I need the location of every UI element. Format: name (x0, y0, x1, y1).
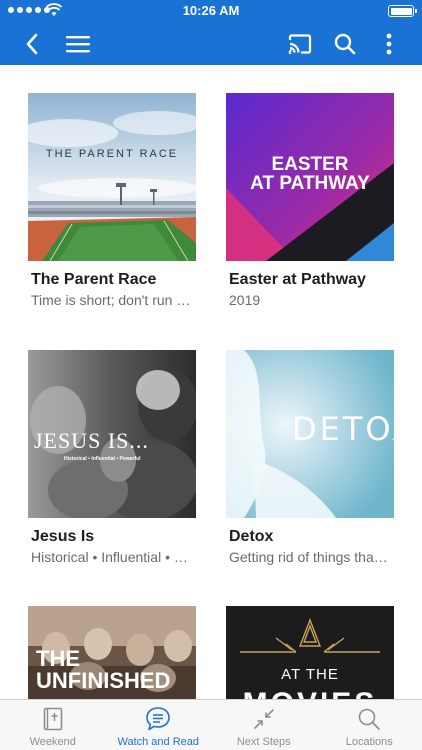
tab-weekend[interactable]: Weekend (0, 700, 106, 750)
series-thumbnail: AT THE MOVIES (226, 606, 394, 699)
cast-button[interactable] (282, 22, 318, 65)
thumbnail-caption-line2: AT PATHWAY (250, 173, 370, 194)
bible-icon (43, 707, 63, 731)
series-title: Detox (229, 528, 274, 545)
series-thumbnail: DETOX (226, 350, 394, 518)
thumbnail-caption: THE PARENT RACE (45, 148, 179, 160)
hamburger-menu-icon (66, 35, 90, 52)
tab-locations[interactable]: Locations (317, 700, 422, 750)
tab-label: Next Steps (236, 736, 291, 748)
series-grid: THE PARENT RACE The Parent Race Time is … (0, 65, 422, 699)
tab-label: Watch and Read (117, 736, 200, 748)
menu-button[interactable] (60, 22, 96, 65)
tab-watch-and-read[interactable]: Watch and Read (106, 700, 212, 750)
more-options-button[interactable] (371, 22, 407, 65)
search-icon (334, 33, 356, 54)
thumbnail-caption: JESUS IS... (34, 428, 149, 453)
series-title: Easter at Pathway (229, 271, 366, 288)
top-app-bar (0, 22, 422, 65)
series-card-jesus-is[interactable]: JESUS IS... Historical • Influential • P… (28, 350, 196, 565)
cast-icon (288, 33, 312, 54)
tab-label: Locations (345, 736, 393, 748)
series-thumbnail: EASTER AT PATHWAY (226, 93, 394, 261)
series-card-easter-at-pathway[interactable]: EASTER AT PATHWAY Easter at Pathway 2019 (226, 93, 394, 308)
status-bar: 10:26 AM (0, 0, 422, 22)
tab-next-steps[interactable]: Next Steps (211, 700, 317, 750)
tab-label: Weekend (29, 736, 76, 748)
more-vertical-icon (386, 33, 392, 54)
series-card-the-unfinished[interactable]: THE UNFINISHED (28, 606, 196, 699)
series-subtitle: Getting rid of things that hold you back (229, 549, 391, 565)
series-thumbnail: THE PARENT RACE (28, 93, 196, 261)
status-time: 10:26 AM (182, 3, 240, 18)
series-subtitle: Time is short; don't run out of time (31, 292, 193, 308)
thumbnail-caption: DETOX (292, 410, 394, 448)
series-thumbnail: JESUS IS... Historical • Influential • P… (28, 350, 196, 518)
chat-bubble-icon (146, 707, 171, 731)
series-title: Jesus Is (31, 528, 95, 545)
series-card-detox[interactable]: DETOX Detox Getting rid of things that h… (226, 350, 394, 565)
back-button[interactable] (14, 22, 50, 65)
search-button[interactable] (327, 22, 363, 65)
arrows-in-icon (253, 709, 274, 729)
chevron-left-icon (26, 33, 38, 54)
thumbnail-caption-line1: THE (36, 646, 80, 671)
battery-icon (388, 5, 417, 17)
series-title: The Parent Race (31, 271, 157, 288)
bottom-tab-bar: Weekend Watch and Read Next Steps Locati… (0, 699, 422, 750)
thumbnail-caption-line2: UNFINISHED (36, 668, 171, 693)
thumbnail-caption-line1: AT THE (281, 666, 339, 683)
series-card-at-the-movies[interactable]: AT THE MOVIES (226, 606, 394, 699)
thumbnail-caption-line2: MOVIES (226, 687, 394, 699)
thumbnail-tagline: Historical • Influential • Powerful (64, 456, 141, 462)
search-icon (358, 708, 381, 730)
series-subtitle: Historical • Influential • Powerful (31, 549, 193, 565)
app-screen: 10:26 AM THE PARENT RACE The Parent Race… (0, 0, 422, 750)
series-card-the-parent-race[interactable]: THE PARENT RACE The Parent Race Time is … (28, 93, 196, 308)
thumbnail-caption-line1: EASTER (271, 154, 349, 175)
series-subtitle: 2019 (229, 292, 261, 308)
series-thumbnail: THE UNFINISHED (28, 606, 196, 699)
